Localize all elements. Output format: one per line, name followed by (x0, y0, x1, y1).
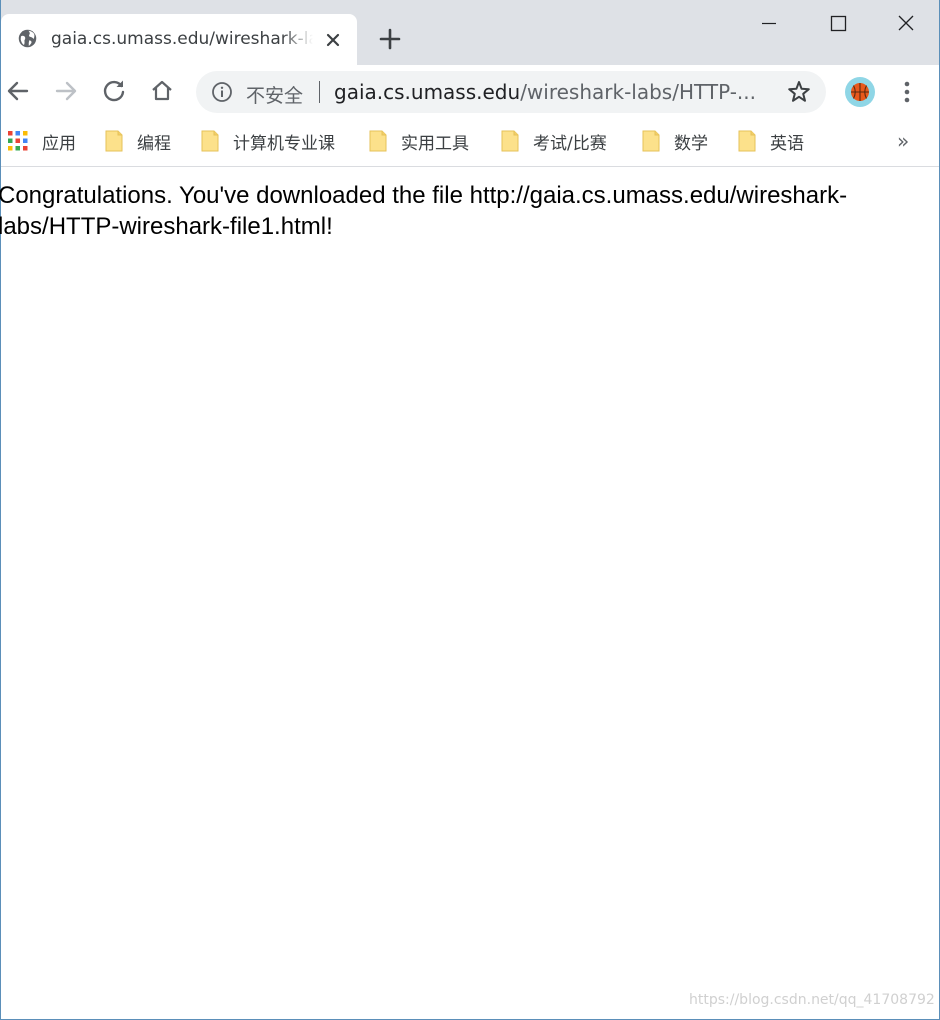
bookmark-folder-programming[interactable]: 编程 (105, 127, 171, 155)
window-close-icon[interactable] (883, 10, 929, 38)
url-host: gaia.cs.umass.edu (334, 80, 521, 104)
back-arrow-icon[interactable] (4, 77, 32, 105)
browser-window: gaia.cs.umass.edu/wireshark-labs/HTTP-wi… (0, 0, 940, 1020)
tab-strip: gaia.cs.umass.edu/wireshark-labs/HTTP-wi… (1, 0, 939, 65)
url-path: /wireshark-labs/HTTP-... (520, 80, 756, 104)
reload-icon[interactable] (100, 77, 128, 105)
folder-icon (105, 130, 123, 152)
info-icon[interactable] (211, 81, 233, 103)
new-tab-icon[interactable] (377, 26, 403, 52)
active-tab[interactable]: gaia.cs.umass.edu/wireshark-labs/HTTP-wi… (1, 14, 357, 65)
close-tab-icon[interactable] (323, 30, 343, 50)
page-message: Congratulations. You've downloaded the f… (0, 182, 848, 240)
bookmark-star-icon[interactable] (786, 79, 812, 105)
bookmark-folder-cs-courses[interactable]: 计算机专业课 (201, 127, 335, 155)
more-menu-icon[interactable] (895, 78, 919, 106)
maximize-icon[interactable] (815, 10, 861, 38)
bookmark-label: 英语 (770, 133, 804, 154)
minimize-icon[interactable] (746, 10, 792, 38)
folder-icon (201, 130, 219, 152)
home-icon[interactable] (148, 77, 176, 105)
folder-icon (369, 130, 387, 152)
apps-icon (8, 131, 28, 151)
tab-title: gaia.cs.umass.edu/wireshark-labs/HTTP-wi… (51, 29, 313, 49)
globe-icon (18, 29, 37, 48)
bookmark-label: 考试/比赛 (533, 133, 607, 154)
bookmark-folder-math[interactable]: 数学 (642, 127, 708, 155)
bookmark-folder-exams[interactable]: 考试/比赛 (501, 127, 607, 155)
folder-icon (642, 130, 660, 152)
omnibox-separator (319, 81, 320, 103)
address-bar[interactable]: 不安全 gaia.cs.umass.edu/wireshark-labs/HTT… (196, 71, 826, 113)
watermark: https://blog.csdn.net/qq_41708792 (689, 992, 935, 1008)
basketball-icon (851, 83, 869, 101)
bookmark-folder-english[interactable]: 英语 (738, 127, 804, 155)
folder-icon (501, 130, 519, 152)
security-label[interactable]: 不安全 (246, 81, 303, 108)
folder-icon (738, 130, 756, 152)
bookmark-apps[interactable]: 应用 (8, 127, 76, 155)
bookmark-label: 数学 (674, 133, 708, 154)
page-content: Congratulations. You've downloaded the f… (0, 168, 939, 1018)
bookmark-label: 实用工具 (401, 133, 469, 154)
toolbar: 不安全 gaia.cs.umass.edu/wireshark-labs/HTT… (1, 65, 939, 117)
bookmarks-bar: 应用 编程 计算机专业课 实用工具 考试/比赛 数学 英语 » (1, 117, 939, 167)
bookmarks-overflow-chevron-icon[interactable]: » (897, 129, 909, 153)
bookmark-label: 应用 (42, 133, 76, 154)
bookmark-label: 计算机专业课 (233, 133, 335, 154)
profile-avatar[interactable] (845, 77, 875, 107)
forward-arrow-icon[interactable] (52, 77, 80, 105)
url-text[interactable]: gaia.cs.umass.edu/wireshark-labs/HTTP-..… (334, 80, 764, 104)
bookmark-folder-tools[interactable]: 实用工具 (369, 127, 469, 155)
bookmark-label: 编程 (137, 133, 171, 154)
